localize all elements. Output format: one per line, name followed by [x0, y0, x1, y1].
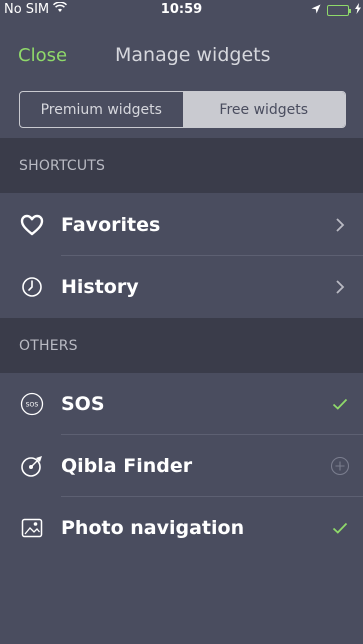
charging-icon	[355, 3, 361, 18]
widget-label: SOS	[61, 393, 105, 415]
location-arrow-icon	[311, 3, 321, 18]
sos-icon: SOS	[19, 391, 45, 417]
heart-icon	[19, 212, 45, 238]
widget-label: Favorites	[61, 214, 161, 236]
close-button[interactable]: Close	[18, 45, 67, 66]
widget-row-photo-navigation[interactable]: Photo navigation	[0, 497, 363, 559]
tab-premium-widgets[interactable]: Premium widgets	[20, 92, 183, 127]
widget-label: History	[61, 276, 139, 298]
section-header-shortcuts: SHORTCUTS	[0, 138, 363, 193]
status-bar: No SIM 10:59	[0, 0, 363, 20]
widget-row-history[interactable]: History	[0, 256, 363, 318]
sos-icon-text: SOS	[26, 401, 39, 408]
status-time: 10:59	[160, 2, 203, 17]
clock-icon	[19, 274, 45, 300]
page-title: Manage widgets	[115, 44, 271, 66]
add-circle-icon[interactable]	[329, 455, 351, 477]
photo-navigation-icon	[19, 515, 45, 541]
tab-free-widgets[interactable]: Free widgets	[182, 92, 345, 127]
widget-row-qibla-finder[interactable]: Qibla Finder	[0, 435, 363, 497]
checkmark-icon[interactable]	[329, 517, 351, 539]
widget-row-sos[interactable]: SOS SOS	[0, 373, 363, 435]
widget-label: Qibla Finder	[61, 455, 193, 477]
manage-widgets-screen: No SIM 10:59 Close Manage widgets Premiu…	[0, 0, 363, 644]
widget-row-favorites[interactable]: Favorites	[0, 194, 363, 256]
compass-icon	[19, 453, 45, 479]
navigation-bar: Close Manage widgets	[0, 20, 363, 88]
chevron-right-icon	[329, 276, 351, 298]
widget-type-segmented-control: Premium widgets Free widgets	[19, 91, 346, 128]
battery-icon	[327, 5, 351, 16]
section-header-others: OTHERS	[0, 318, 363, 373]
checkmark-icon[interactable]	[329, 393, 351, 415]
status-right	[311, 3, 361, 18]
chevron-right-icon	[329, 214, 351, 236]
widget-label: Photo navigation	[61, 517, 245, 539]
